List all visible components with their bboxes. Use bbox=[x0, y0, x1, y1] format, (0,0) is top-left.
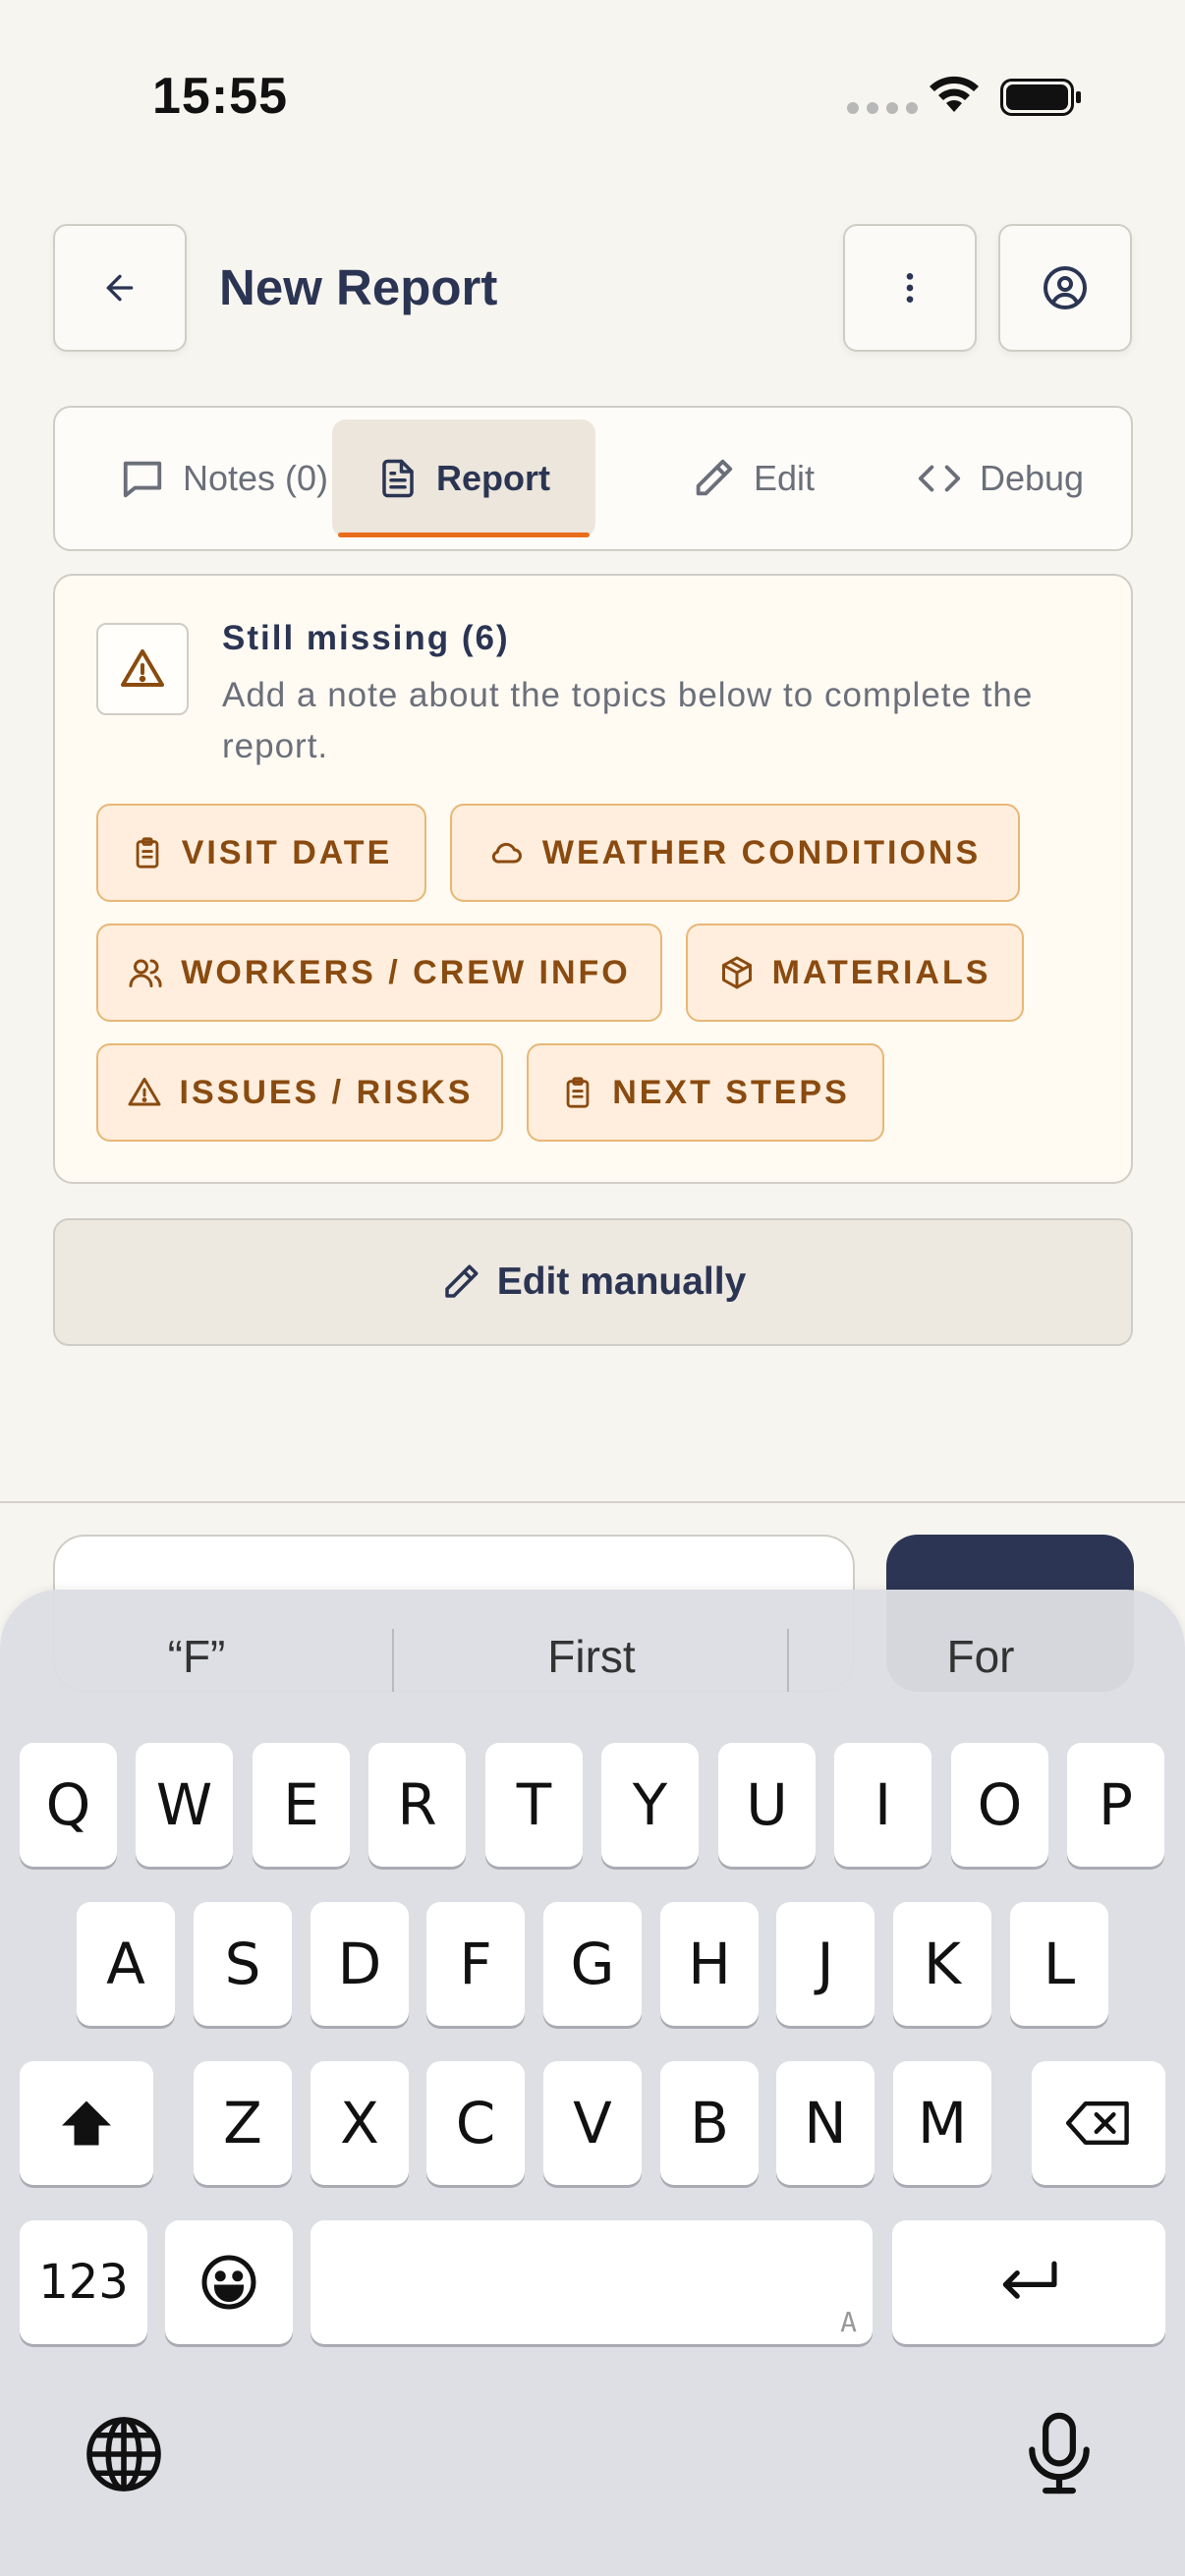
key-u[interactable]: U bbox=[718, 1743, 816, 1867]
clipboard-icon bbox=[136, 837, 159, 868]
cloud-icon bbox=[491, 842, 522, 864]
key-n[interactable]: N bbox=[776, 2061, 875, 2185]
tab-report[interactable]: Report bbox=[332, 420, 595, 537]
chip-issues-risks[interactable]: ISSUES / RISKS bbox=[96, 1043, 503, 1142]
composer-divider bbox=[0, 1501, 1185, 1503]
suggestion-first[interactable]: First bbox=[405, 1617, 778, 1696]
key-s[interactable]: S bbox=[194, 1902, 292, 2026]
key-d[interactable]: D bbox=[310, 1902, 409, 2026]
suggestion-quoted[interactable]: “F” bbox=[10, 1617, 383, 1696]
chip-label: WORKERS / CREW INFO bbox=[181, 953, 631, 991]
chip-materials[interactable]: MATERIALS bbox=[686, 924, 1024, 1022]
key-o[interactable]: O bbox=[951, 1743, 1048, 1867]
suggestion-divider bbox=[787, 1629, 789, 1692]
edit-manually-button[interactable]: Edit manually bbox=[53, 1218, 1133, 1346]
page-title: New Report bbox=[219, 259, 498, 315]
chip-label: WEATHER CONDITIONS bbox=[541, 833, 982, 871]
warning-badge bbox=[96, 623, 189, 715]
wifi-icon bbox=[930, 76, 979, 112]
status-bar: 15:55 bbox=[0, 0, 1185, 187]
key-y[interactable]: Y bbox=[601, 1743, 699, 1867]
key-p[interactable]: P bbox=[1067, 1743, 1164, 1867]
delete-key[interactable] bbox=[1032, 2061, 1165, 2185]
message-square-icon bbox=[123, 461, 162, 498]
arrow-left-icon bbox=[106, 274, 134, 302]
chip-label: MATERIALS bbox=[771, 953, 991, 991]
key-i[interactable]: I bbox=[834, 1743, 931, 1867]
missing-title: Still missing (6) bbox=[222, 619, 510, 657]
suggestion-bar: “F” First For bbox=[0, 1617, 1185, 1696]
missing-topics-panel: Still missing (6) Add a note about the t… bbox=[53, 574, 1133, 1184]
chip-next-steps[interactable]: NEXT STEPS bbox=[527, 1043, 884, 1142]
pencil-icon bbox=[696, 459, 733, 496]
emoji-icon bbox=[201, 2255, 256, 2310]
key-m[interactable]: M bbox=[893, 2061, 991, 2185]
key-e[interactable]: E bbox=[253, 1743, 350, 1867]
tab-report-label: Report bbox=[436, 458, 550, 498]
account-button[interactable] bbox=[998, 224, 1132, 352]
microphone-icon[interactable] bbox=[1018, 2409, 1100, 2497]
key-h[interactable]: H bbox=[660, 1902, 759, 2026]
keyboard: “F” First For Q W E R T Y U I O P A S D … bbox=[0, 1590, 1185, 2576]
code-icon bbox=[918, 465, 961, 492]
tab-edit[interactable]: Edit bbox=[645, 420, 861, 537]
status-time: 15:55 bbox=[152, 68, 288, 125]
globe-icon[interactable] bbox=[83, 2413, 165, 2495]
numbers-key[interactable]: 123 bbox=[20, 2220, 147, 2344]
tab-notes-label: Notes (0) bbox=[182, 458, 329, 498]
backspace-icon bbox=[1066, 2101, 1129, 2145]
warning-icon bbox=[128, 1078, 161, 1106]
chip-visit-date[interactable]: VISIT DATE bbox=[96, 804, 426, 902]
space-key[interactable]: A bbox=[310, 2220, 873, 2344]
key-x[interactable]: X bbox=[310, 2061, 409, 2185]
tab-debug-label: Debug bbox=[979, 458, 1085, 498]
package-icon bbox=[721, 956, 752, 989]
key-a[interactable]: A bbox=[77, 1902, 175, 2026]
user-circle-icon bbox=[1044, 266, 1087, 309]
key-b[interactable]: B bbox=[660, 2061, 759, 2185]
key-f[interactable]: F bbox=[426, 1902, 525, 2026]
more-vertical-icon bbox=[906, 273, 914, 303]
tab-bar: Notes (0) Report Edit Debug bbox=[53, 406, 1133, 551]
key-k[interactable]: K bbox=[893, 1902, 991, 2026]
key-w[interactable]: W bbox=[136, 1743, 233, 1867]
warning-icon bbox=[121, 649, 164, 687]
chip-label: ISSUES / RISKS bbox=[179, 1073, 474, 1111]
emoji-key[interactable] bbox=[165, 2220, 293, 2344]
chip-label: NEXT STEPS bbox=[612, 1073, 850, 1111]
suggestion-for[interactable]: For bbox=[794, 1617, 1167, 1696]
chip-weather-conditions[interactable]: WEATHER CONDITIONS bbox=[450, 804, 1020, 902]
missing-description: Add a note about the topics below to com… bbox=[222, 676, 1034, 765]
back-button[interactable] bbox=[53, 224, 187, 352]
tab-notes[interactable]: Notes (0) bbox=[77, 420, 371, 537]
more-options-button[interactable] bbox=[843, 224, 977, 352]
suggestion-divider bbox=[392, 1629, 394, 1692]
edit-manually-label: Edit manually bbox=[496, 1260, 747, 1303]
pencil-icon bbox=[444, 1264, 479, 1298]
return-key[interactable] bbox=[892, 2220, 1165, 2344]
return-icon bbox=[1002, 2261, 1057, 2299]
chip-workers-crew-info[interactable]: WORKERS / CREW INFO bbox=[96, 924, 662, 1022]
shift-icon bbox=[62, 2100, 111, 2146]
key-q[interactable]: Q bbox=[20, 1743, 117, 1867]
signal-dots-icon bbox=[847, 102, 918, 114]
key-j[interactable]: J bbox=[776, 1902, 875, 2026]
key-g[interactable]: G bbox=[543, 1902, 642, 2026]
space-mark: A bbox=[840, 2306, 857, 2338]
users-icon bbox=[129, 959, 162, 987]
tab-edit-label: Edit bbox=[753, 458, 816, 498]
key-c[interactable]: C bbox=[426, 2061, 525, 2185]
clipboard-icon bbox=[566, 1077, 590, 1108]
key-r[interactable]: R bbox=[368, 1743, 466, 1867]
key-t[interactable]: T bbox=[485, 1743, 583, 1867]
tab-debug[interactable]: Debug bbox=[882, 420, 1118, 537]
battery-icon bbox=[1000, 79, 1081, 116]
key-z[interactable]: Z bbox=[194, 2061, 292, 2185]
shift-key[interactable] bbox=[20, 2061, 153, 2185]
key-v[interactable]: V bbox=[543, 2061, 642, 2185]
chip-label: VISIT DATE bbox=[181, 833, 393, 871]
file-text-icon bbox=[382, 459, 414, 498]
key-l[interactable]: L bbox=[1010, 1902, 1108, 2026]
